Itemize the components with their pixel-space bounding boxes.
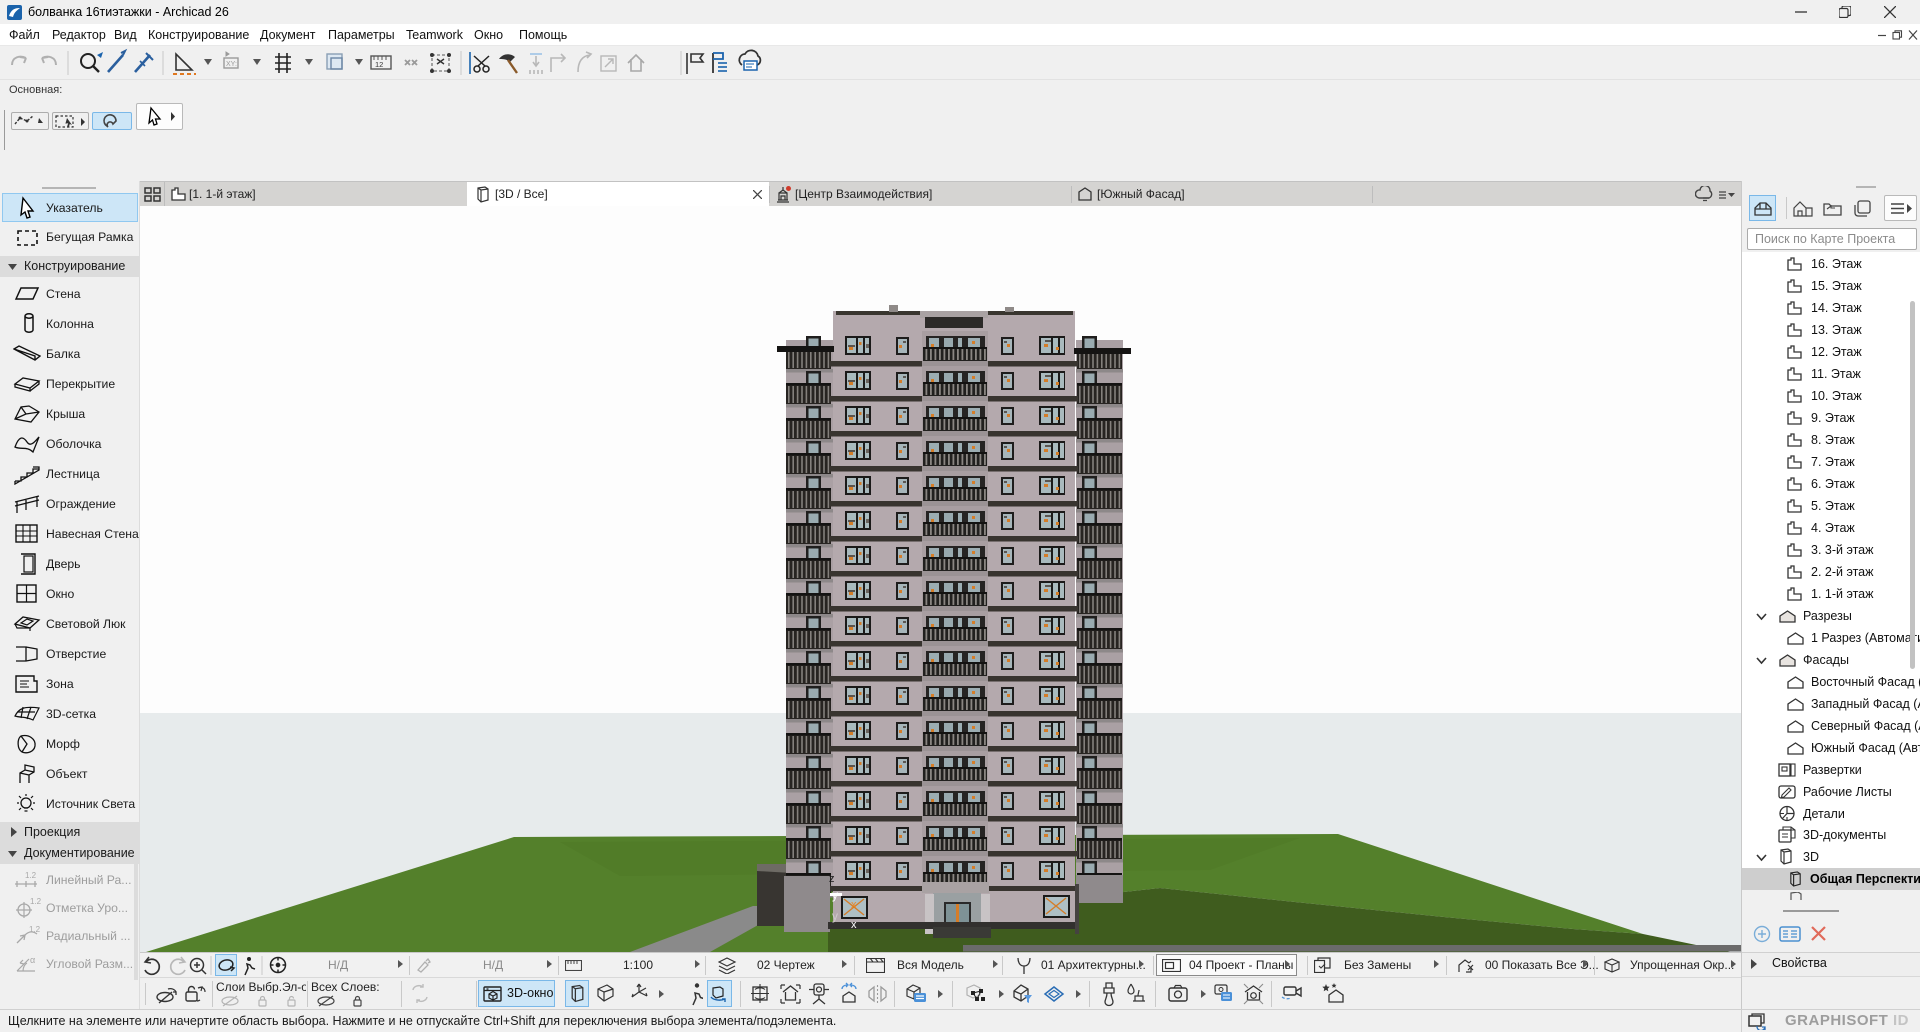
svg-text:XY:: XY:: [226, 61, 237, 68]
svg-text:z: z: [829, 873, 835, 885]
svg-text:α: α: [30, 955, 35, 965]
svg-text:x: x: [851, 899, 857, 911]
svg-text:12: 12: [375, 60, 383, 69]
svg-text:1.2: 1.2: [29, 926, 41, 934]
svg-text:1.2: 1.2: [30, 897, 41, 906]
svg-text:1.2: 1.2: [25, 871, 37, 880]
svg-text:y: y: [832, 909, 838, 923]
svg-text:x: x: [851, 919, 857, 931]
